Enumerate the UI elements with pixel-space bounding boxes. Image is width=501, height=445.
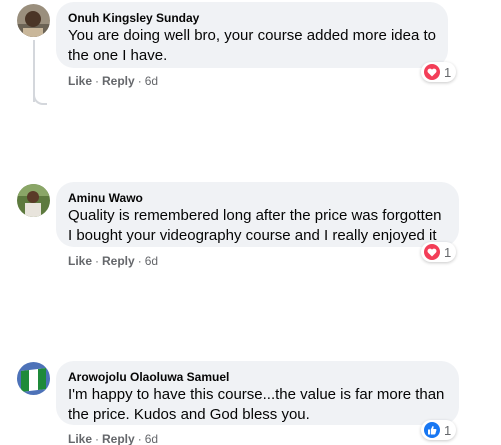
comment-actions: Like · Reply · 6d bbox=[68, 253, 158, 269]
reaction-count: 1 bbox=[444, 422, 452, 438]
reply-link[interactable]: Reply bbox=[102, 254, 135, 268]
separator: · bbox=[137, 74, 142, 88]
like-link[interactable]: Like bbox=[68, 254, 92, 268]
comment-time[interactable]: 6d bbox=[145, 254, 158, 268]
comment-text: You are doing well bro, your course adde… bbox=[68, 27, 437, 64]
reaction-count-badge[interactable]: 1 bbox=[421, 242, 457, 262]
separator: · bbox=[137, 432, 142, 445]
like-link[interactable]: Like bbox=[68, 74, 92, 88]
comment-author[interactable]: Arowojolu Olaoluwa Samuel bbox=[68, 369, 447, 385]
like-reaction-icon bbox=[424, 422, 440, 438]
comment-thread: Onuh Kingsley Sunday You are doing well … bbox=[0, 0, 501, 445]
comment-author[interactable]: Aminu Wawo bbox=[68, 190, 447, 206]
reaction-count: 1 bbox=[444, 244, 452, 260]
comment-bubble: Onuh Kingsley Sunday You are doing well … bbox=[56, 2, 448, 68]
comment-text: I'm happy to have this course...the valu… bbox=[68, 386, 445, 423]
avatar[interactable] bbox=[17, 362, 50, 395]
reply-link[interactable]: Reply bbox=[102, 432, 135, 445]
separator: · bbox=[95, 254, 100, 268]
flag-avatar-image bbox=[17, 362, 50, 395]
separator: · bbox=[95, 432, 100, 445]
reaction-count-badge[interactable]: 1 bbox=[421, 62, 457, 82]
avatar[interactable] bbox=[17, 4, 50, 37]
reply-thread-curve bbox=[33, 93, 47, 105]
separator: · bbox=[137, 254, 142, 268]
comment-time[interactable]: 6d bbox=[145, 432, 158, 445]
love-reaction-icon bbox=[424, 64, 440, 80]
avatar-photo bbox=[17, 184, 50, 217]
love-reaction-icon bbox=[424, 244, 440, 260]
avatar-photo bbox=[17, 4, 50, 37]
avatar[interactable] bbox=[17, 184, 50, 217]
reply-link[interactable]: Reply bbox=[102, 74, 135, 88]
comment-author[interactable]: Onuh Kingsley Sunday bbox=[68, 10, 436, 26]
like-link[interactable]: Like bbox=[68, 432, 92, 445]
comment-actions: Like · Reply · 6d bbox=[68, 431, 158, 445]
comment-text: Quality is remembered long after the pri… bbox=[68, 207, 442, 244]
reaction-count-badge[interactable]: 1 bbox=[421, 420, 457, 440]
comment-bubble: Aminu Wawo Quality is remembered long af… bbox=[56, 182, 459, 247]
separator: · bbox=[95, 74, 100, 88]
comment-actions: Like · Reply · 6d bbox=[68, 73, 158, 89]
comment-time[interactable]: 6d bbox=[145, 74, 158, 88]
reaction-count: 1 bbox=[444, 64, 452, 80]
comment-bubble: Arowojolu Olaoluwa Samuel I'm happy to h… bbox=[56, 361, 459, 425]
